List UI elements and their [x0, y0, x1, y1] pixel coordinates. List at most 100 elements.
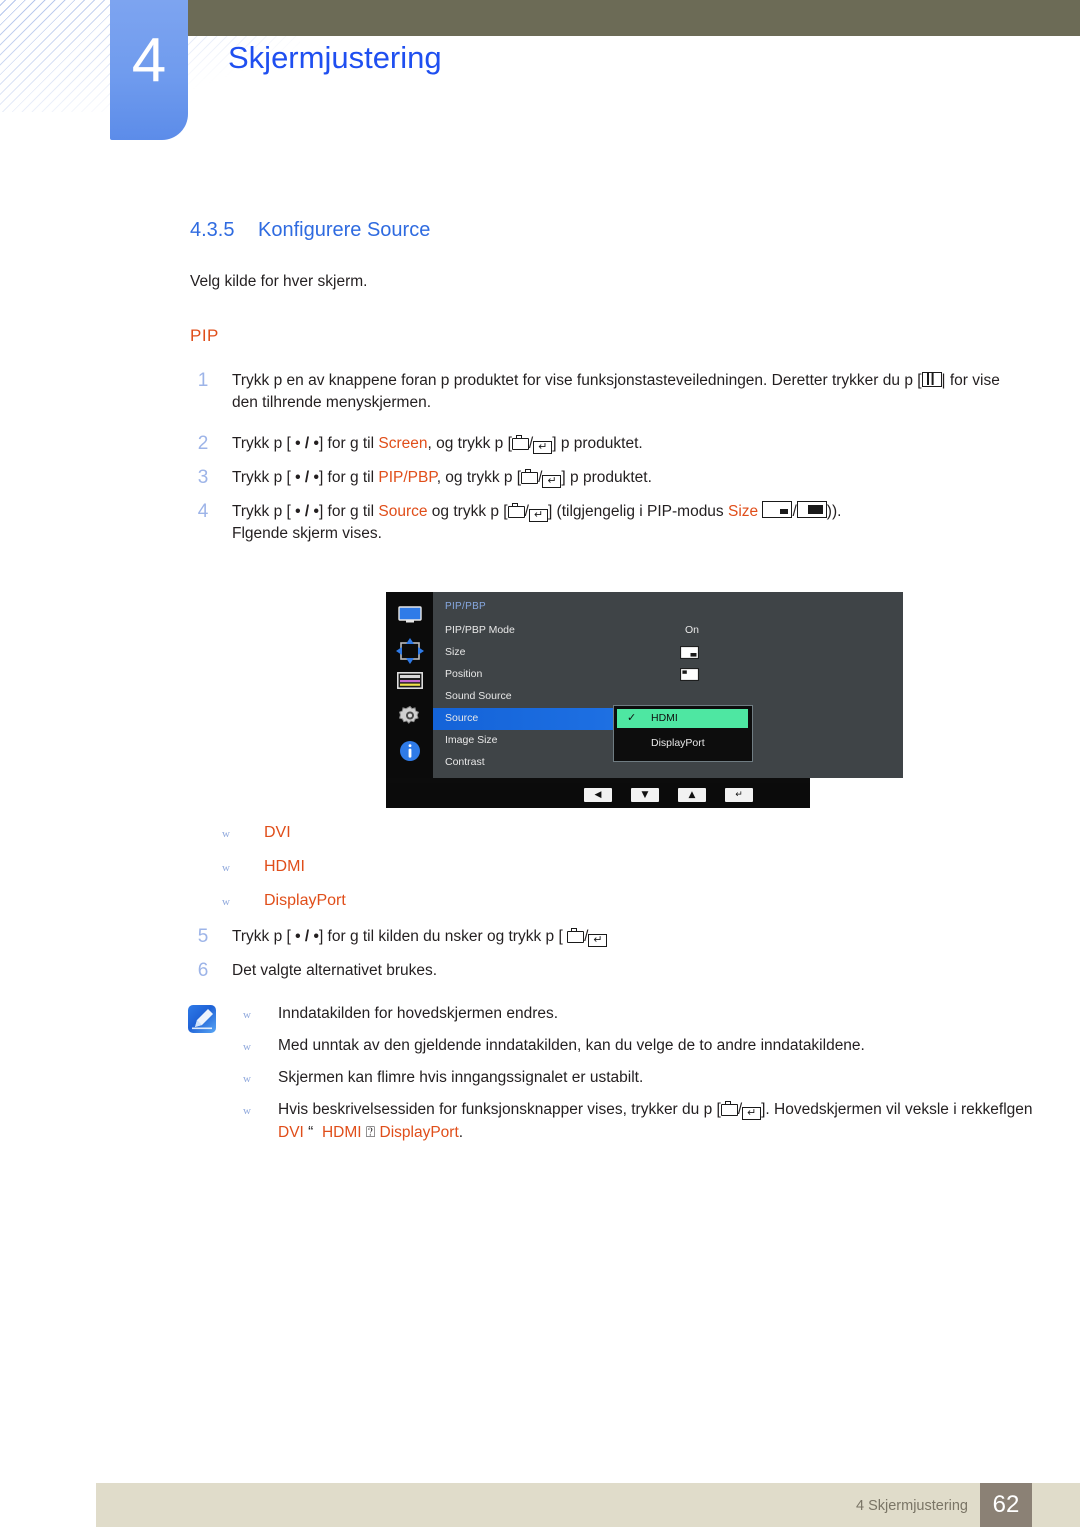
keyword-screen: Screen [378, 435, 428, 452]
step-4: 4 Trykk p [ • / •] for g til Source og t… [190, 501, 1020, 545]
section-title: Konfigurere Source [258, 219, 431, 241]
step-text: Trykk p [ • / •] for g til PIP/PBP, og t… [232, 467, 1020, 489]
menu-icon [921, 372, 942, 387]
osd-row-pip-pbp-mode[interactable]: PIP/PBP Mode On [433, 620, 713, 642]
step-text-part: ] for g til [318, 435, 379, 452]
footer-chapter-label: 4 Skjermjustering [855, 1498, 968, 1514]
osd-row-size[interactable]: Size [433, 642, 713, 664]
step-text-part: Trykk p [ [232, 928, 296, 945]
step-text-part: ] (tilgjengelig i PIP-modus [547, 503, 728, 520]
step-text: Trykk p en av knappene foran p produktet… [232, 370, 1020, 414]
osd-row-label: PIP/PBP Mode [445, 624, 515, 636]
osd-submenu-label: DisplayPort [651, 737, 705, 749]
note-text: Skjermen kan flimre hvis inngangssignale… [278, 1069, 644, 1086]
osd-row-label: Image Size [445, 734, 498, 746]
step-text: Det valgte alternativet brukes. [232, 962, 438, 979]
back-icon [521, 469, 539, 484]
osd-menu-panel: PIP/PBP PIP/PBP Mode On Size Position So… [433, 592, 903, 778]
enter-icon: ↵ [742, 1107, 762, 1120]
note-pen-icon [188, 1005, 216, 1033]
osd-row-label: Sound Source [445, 690, 512, 702]
source-option-label: HDMI [264, 858, 305, 875]
bullet-icon: w [222, 896, 230, 908]
note-text-part: lgen [1003, 1101, 1033, 1118]
keyword-dvi: DVI [278, 1124, 304, 1141]
left-arrow-button[interactable]: ◀ [584, 788, 612, 802]
page-footer: 4 Skjermjustering 62 [0, 1483, 1080, 1527]
step-text: Trykk p [ • / •] for g til kilden du nsk… [232, 926, 1020, 948]
pip-mode-label: PIP [190, 326, 219, 345]
note-list: w Inndatakilden for hovedskjermen endres… [243, 1003, 1033, 1154]
step-number: 1 [197, 370, 209, 391]
keyword-size: Size [728, 503, 759, 520]
step-text-part: rende menyskjermen. [281, 394, 432, 411]
note-item: w Med unntak av den gjeldende inndatakil… [243, 1035, 1033, 1057]
move-arrows-icon[interactable] [386, 638, 433, 669]
direction-keys: • / • [295, 503, 319, 520]
note-text-part: , trykker du p [ [622, 1101, 721, 1118]
chapter-number: 4 [131, 26, 167, 95]
step-3: 3 Trykk p [ • / •] for g til PIP/PBP, og… [190, 467, 1020, 489]
step-text: Trykk p [ • / •] for g til Screen, og tr… [232, 433, 1020, 455]
step-number: 6 [197, 960, 209, 981]
monitor-icon[interactable] [386, 606, 433, 629]
info-icon[interactable] [386, 740, 433, 767]
step-text-part: Trykk p [ [232, 469, 296, 486]
direction-keys: • / • [295, 469, 319, 486]
step-number: 2 [197, 433, 209, 454]
osd-row-position[interactable]: Position [433, 664, 713, 686]
page-header: 4 Skjermjustering [0, 0, 1080, 150]
step-text-part: ] for g til [318, 503, 379, 520]
step-1: 1 Trykk p en av knappene foran p produkt… [190, 370, 1020, 414]
step-text-part: , og trykk p [ [436, 469, 522, 486]
note-item: w Inndatakilden for hovedskjermen endres… [243, 1003, 1033, 1025]
step-number: 3 [197, 467, 209, 488]
osd-row-value: On [684, 624, 699, 636]
step-text-part: , og trykk p [ [427, 435, 512, 452]
osd-source-submenu: ✓ HDMI DisplayPort [613, 705, 753, 762]
footer-page-number: 62 [980, 1483, 1032, 1527]
note-text-part: . [458, 1124, 464, 1141]
note-text-part: Hvis beskrivelsessiden for funksjonsknap… [278, 1101, 623, 1118]
osd-row-label: Contrast [445, 756, 485, 768]
osd-submenu-item-displayport[interactable]: DisplayPort [617, 734, 748, 753]
direction-keys: • / • [295, 435, 319, 452]
arrow-glyph-2: ⍰ [365, 1123, 376, 1141]
down-arrow-button[interactable]: ▼ [631, 788, 659, 802]
osd-menu-title: PIP/PBP [445, 601, 487, 612]
keyword-displayport: DisplayPort [379, 1124, 459, 1141]
source-option-label: DVI [264, 824, 291, 841]
osd-screenshot: PIP/PBP PIP/PBP Mode On Size Position So… [386, 592, 903, 808]
pip-size-large-icon [796, 501, 827, 518]
note-item: w Skjermen kan flimre hvis inngangssigna… [243, 1067, 1033, 1089]
up-arrow-button[interactable]: ▲ [678, 788, 706, 802]
step-text-part: ] p produktet. [561, 469, 652, 486]
osd-button-bar: ◀ ▼ ▲ ↵ [386, 783, 810, 808]
step-2: 2 Trykk p [ • / •] for g til Screen, og … [190, 433, 1020, 455]
step-text: Trykk p [ • / •] for g til Source og try… [232, 501, 1020, 545]
osd-row-label: Source [445, 712, 479, 724]
check-icon: ✓ [627, 712, 637, 724]
bullet-icon: w [243, 1073, 251, 1085]
step-text-part: ] for g til [318, 469, 379, 486]
step-number: 4 [197, 501, 209, 522]
osd-submenu-item-hdmi[interactable]: ✓ HDMI [617, 709, 748, 728]
enter-icon: ↵ [528, 509, 548, 522]
keyword-source: Source [378, 503, 428, 520]
arrow-glyph-1: “ [308, 1124, 314, 1141]
enter-button[interactable]: ↵ [725, 788, 753, 802]
gear-icon[interactable] [386, 704, 433, 733]
step-text-part: Trykk p en av knappene foran p produktet… [232, 372, 922, 389]
step-text-part: og trykk p [ [427, 503, 508, 520]
osd-row-label: Size [445, 646, 466, 658]
bullet-icon: w [243, 1041, 251, 1053]
direction-keys: • / • [295, 928, 319, 945]
header-olive-bar [188, 0, 1080, 36]
enter-icon: ↵ [542, 475, 562, 488]
section-heading: 4.3.5 Konfigurere Source [190, 219, 430, 242]
picture-settings-icon[interactable] [386, 672, 433, 694]
step-text-part: nsker og trykk p [ [444, 928, 563, 945]
bullet-icon: w [243, 1009, 251, 1021]
bullet-icon: w [243, 1105, 251, 1117]
note-text: Inndatakilden for hovedskjermen endres. [278, 1005, 559, 1022]
